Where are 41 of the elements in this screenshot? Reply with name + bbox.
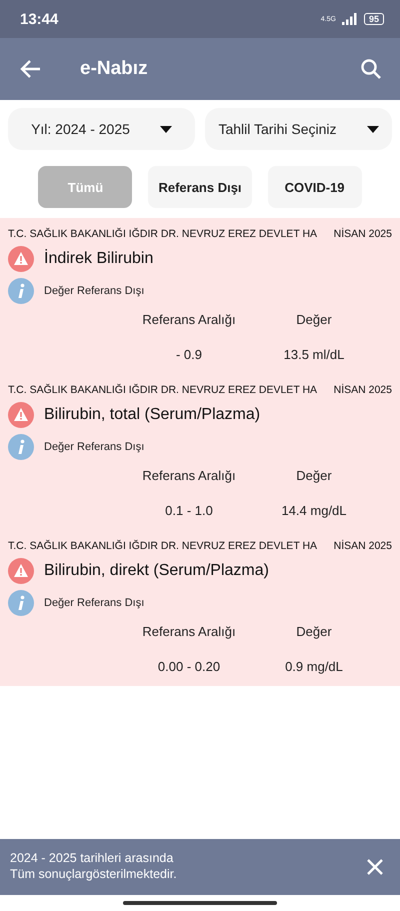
hospital-name: T.C. SAĞLIK BAKANLIĞI IĞDIR DR. NEVRUZ EREZ DEVLET HA: [8, 540, 318, 552]
hospital-name: T.C. SAĞLIK BAKANLIĞI IĞDIR DR. NEVRUZ EREZ DEVLET HA: [8, 384, 318, 396]
result-status: Değer Referans Dışı: [44, 285, 144, 297]
warning-icon: [8, 402, 34, 428]
column-header: Referans Aralığı: [142, 468, 236, 483]
filter-dropdown[interactable]: Yıl: 2024 - 2025: [8, 108, 195, 150]
signal-icon: [342, 13, 358, 25]
info-icon: [8, 590, 34, 616]
battery-level: 95: [364, 13, 384, 25]
caret-icon: [366, 126, 378, 132]
app-title: e-Nabız: [80, 58, 149, 80]
reference-range: - 0.9: [176, 347, 202, 362]
result-date: NİSAN 2025: [334, 384, 392, 396]
reference-range: 0.1 - 1.0: [165, 503, 213, 518]
result-value: 0.9 mg/dL: [285, 659, 343, 674]
column-header: Değer: [296, 312, 332, 327]
column-header: Referans Aralığı: [142, 624, 236, 639]
info-icon: [8, 434, 34, 460]
result-value: 13.5 ml/dL: [284, 347, 344, 362]
test-name: İndirek Bilirubin: [44, 250, 154, 268]
status-time: 13:44: [20, 10, 58, 28]
column-header: Referans Aralığı: [142, 312, 236, 327]
result-date: NİSAN 2025: [334, 540, 392, 552]
filter-tab[interactable]: Referans Dışı: [148, 166, 252, 208]
caret-icon: [160, 126, 172, 132]
result-status: Değer Referans Dışı: [44, 597, 144, 609]
result-status: Değer Referans Dışı: [44, 441, 144, 453]
warning-icon: [8, 558, 34, 584]
test-name: Bilirubin, total (Serum/Plazma): [44, 406, 260, 424]
column-header: Değer: [296, 468, 332, 483]
reference-range: 0.00 - 0.20: [158, 659, 220, 674]
test-name: Bilirubin, direkt (Serum/Plazma): [44, 562, 269, 580]
result-date: NİSAN 2025: [334, 228, 392, 240]
info-icon: [8, 278, 34, 304]
filter-tab[interactable]: COVID-19: [268, 166, 362, 208]
warning-icon: [8, 246, 34, 272]
column-header: Değer: [296, 624, 332, 639]
snackbar-message: 2024 - 2025 tarihleri arasında Tüm sonuçlargösterilmektedir.: [10, 851, 178, 883]
filter-dropdown[interactable]: Tahlil Tarihi Seçiniz: [205, 108, 392, 150]
result-value: 14.4 mg/dL: [281, 503, 347, 518]
hospital-name: T.C. SAĞLIK BAKANLIĞI IĞDIR DR. NEVRUZ EREZ DEVLET HA: [8, 228, 318, 240]
